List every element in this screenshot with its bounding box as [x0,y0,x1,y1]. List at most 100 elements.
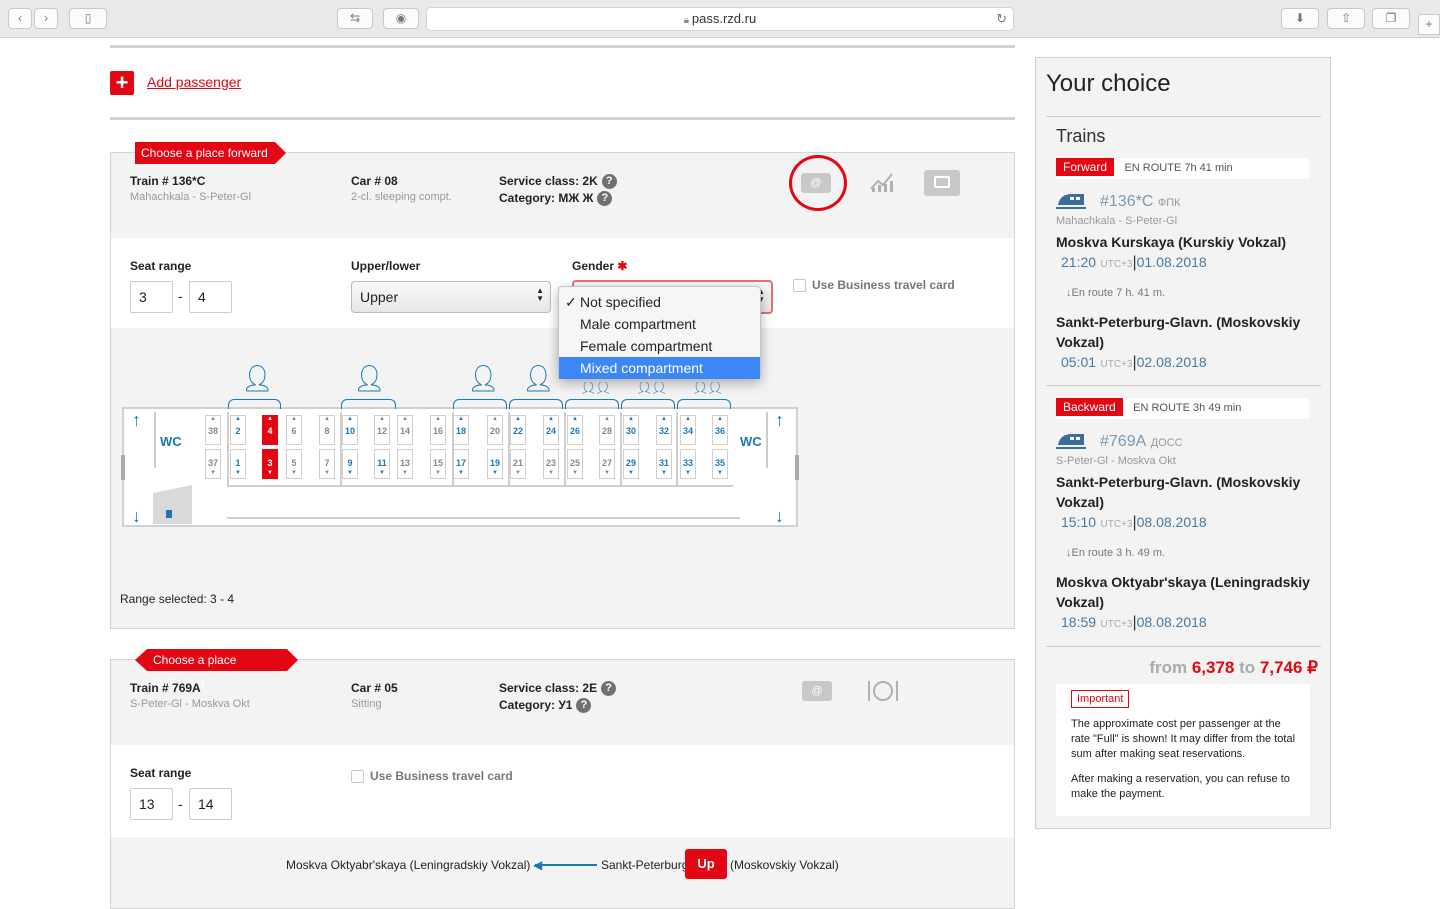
male-compartment-icon: 👤︎👤︎ [691,382,722,394]
seat-11[interactable]: 11 ▼ [374,449,390,479]
meal-icon [866,678,900,704]
compartment-bracket [677,399,731,409]
seat-to-input[interactable]: 14 [189,788,232,820]
privacy-icon[interactable]: ◉ [383,8,419,29]
seat-25[interactable]: 25 ▼ [567,449,583,479]
seat-9[interactable]: 9 ▼ [342,449,358,479]
address-bar[interactable]: 🔒︎ pass.rzd.ru ↻ [426,7,1014,31]
seat-5[interactable]: 5 ▼ [286,449,302,479]
gender-option-not-specified[interactable]: ✓ Not specified [559,291,760,313]
seat-31[interactable]: 31 ▼ [656,449,672,479]
e-registration-icon: @ [802,681,832,701]
seat-12[interactable]: ▲ 12 [374,415,390,445]
seat-to-input[interactable]: 4 [189,281,232,313]
exit-up-icon: ↑ [775,410,784,430]
exit-down-icon: ↓ [132,506,141,526]
seat-21[interactable]: 21 ▼ [510,449,526,479]
gender-label: Gender [572,259,615,273]
car-number: Car # 05 [351,681,398,695]
seat-10[interactable]: ▲ 10 [342,415,358,445]
seat-8[interactable]: ▲ 8 [319,415,335,445]
divider [1046,385,1321,386]
share-icon[interactable]: ⇧ [1327,8,1365,29]
reader-icon[interactable]: ⇆ [337,8,373,29]
business-card-checkbox[interactable] [351,770,364,784]
seat-27[interactable]: 27 ▼ [599,449,615,479]
wc-left-label: WC [160,434,182,449]
compartment-wall [508,412,510,487]
seat-2[interactable]: ▲ 2 [230,415,246,445]
scroll-up-button[interactable]: Up [685,849,727,879]
seat-14[interactable]: ▲ 14 [397,415,413,445]
help-icon[interactable]: ? [597,191,613,207]
add-passenger-button[interactable]: + [110,71,134,95]
seat-35[interactable]: 35 ▼ [712,449,728,479]
seat-26[interactable]: ▲ 26 [567,415,583,445]
seat-24[interactable]: ▲ 24 [543,415,559,445]
seat-18[interactable]: ▲ 18 [453,415,469,445]
seat-17[interactable]: 17 ▼ [453,449,469,479]
seat-19[interactable]: 19 ▼ [487,449,503,479]
gender-option-mixed[interactable]: Mixed compartment [559,357,760,379]
train-number: Train # 136*C [130,174,206,188]
backward-train-number: #769A [1100,433,1147,450]
upper-lower-select[interactable]: Upper ▲ ▼ [351,281,551,313]
seat-15[interactable]: 15 ▼ [430,449,446,479]
seat-34[interactable]: ▲ 34 [680,415,696,445]
forward-onroute: En route 7 h. 41 m. [1071,287,1166,299]
seat-7[interactable]: 7 ▼ [319,449,335,479]
help-icon[interactable]: ? [576,698,592,714]
reload-icon[interactable]: ↻ [996,8,1007,30]
backward-departure-time: 15:10 [1061,514,1097,530]
seat-16[interactable]: ▲ 16 [430,415,446,445]
help-icon[interactable]: ? [601,174,617,190]
browser-toolbar: ‹ › ▯ ⇆ ◉ 🔒︎ pass.rzd.ru ↻ ⬇ ⇧ ❐ + [0,0,1440,38]
range-dash: - [178,288,183,304]
seat-20[interactable]: ▲ 20 [487,415,503,445]
seat-22[interactable]: ▲ 22 [510,415,526,445]
seat-1[interactable]: 1 ▼ [230,449,246,479]
tabs-icon[interactable]: ❐ [1372,8,1410,29]
forward-arrival-station: Sankt-Peterburg-Glavn. (Moskovskiy Vokza… [1056,314,1301,350]
seat-37[interactable]: 37 ▼ [205,449,221,479]
gender-option-male[interactable]: Male compartment [559,313,760,335]
upper-lower-value: Upper [360,289,399,305]
important-notice: Important The approximate cost per passe… [1056,684,1310,816]
direction-origin-suffix: (Moskovskiy Vokzal) [730,858,839,872]
seat-from-input[interactable]: 13 [130,788,173,820]
utc-label: UTC+3 [1100,519,1133,530]
seat-32[interactable]: ▲ 32 [656,415,672,445]
seat-3[interactable]: 3 ▼ [262,449,278,479]
seat-23[interactable]: 23 ▼ [543,449,559,479]
your-choice-sidebar: Your choice Trains Forward EN ROUTE 7h 4… [1035,57,1331,829]
seat-28[interactable]: ▲ 28 [599,415,615,445]
seat-4[interactable]: ▲ 4 [262,415,278,445]
new-tab-icon[interactable]: + [1418,14,1440,35]
highlight-circle [789,155,847,211]
seat-range-label: Seat range [130,766,192,780]
seat-30[interactable]: ▲ 30 [623,415,639,445]
back-icon[interactable]: ‹ [8,8,32,29]
seat-36[interactable]: ▲ 36 [712,415,728,445]
forward-header: Forward EN ROUTE 7h 41 min [1056,158,1309,179]
seat-29[interactable]: 29 ▼ [623,449,639,479]
help-icon[interactable]: ? [601,681,617,697]
add-passenger-link[interactable]: Add passenger [147,74,241,90]
tag-notch [135,649,147,671]
seat-6[interactable]: ▲ 6 [286,415,302,445]
mixed-compartment-icon: 👤︎👤︎ [466,363,498,393]
download-icon[interactable]: ⬇ [1281,8,1319,29]
gender-option-female[interactable]: Female compartment [559,335,760,357]
seat-13[interactable]: 13 ▼ [397,449,413,479]
seat-38[interactable]: ▲ 38 [205,415,221,445]
seat-from-input[interactable]: 3 [130,281,173,313]
male-compartment-icon: 👤︎👤︎ [579,382,610,394]
forward-carrier: ФПК [1157,197,1181,209]
seat-33[interactable]: 33 ▼ [680,449,696,479]
business-card-checkbox[interactable] [793,279,806,293]
important-text-1: The approximate cost per passenger at th… [1071,718,1296,760]
checkmark-icon: ✓ [565,294,577,310]
forward-icon[interactable]: › [34,8,58,29]
seat-range-label: Seat range [130,259,192,273]
sidebar-toggle-icon[interactable]: ▯ [69,8,107,29]
